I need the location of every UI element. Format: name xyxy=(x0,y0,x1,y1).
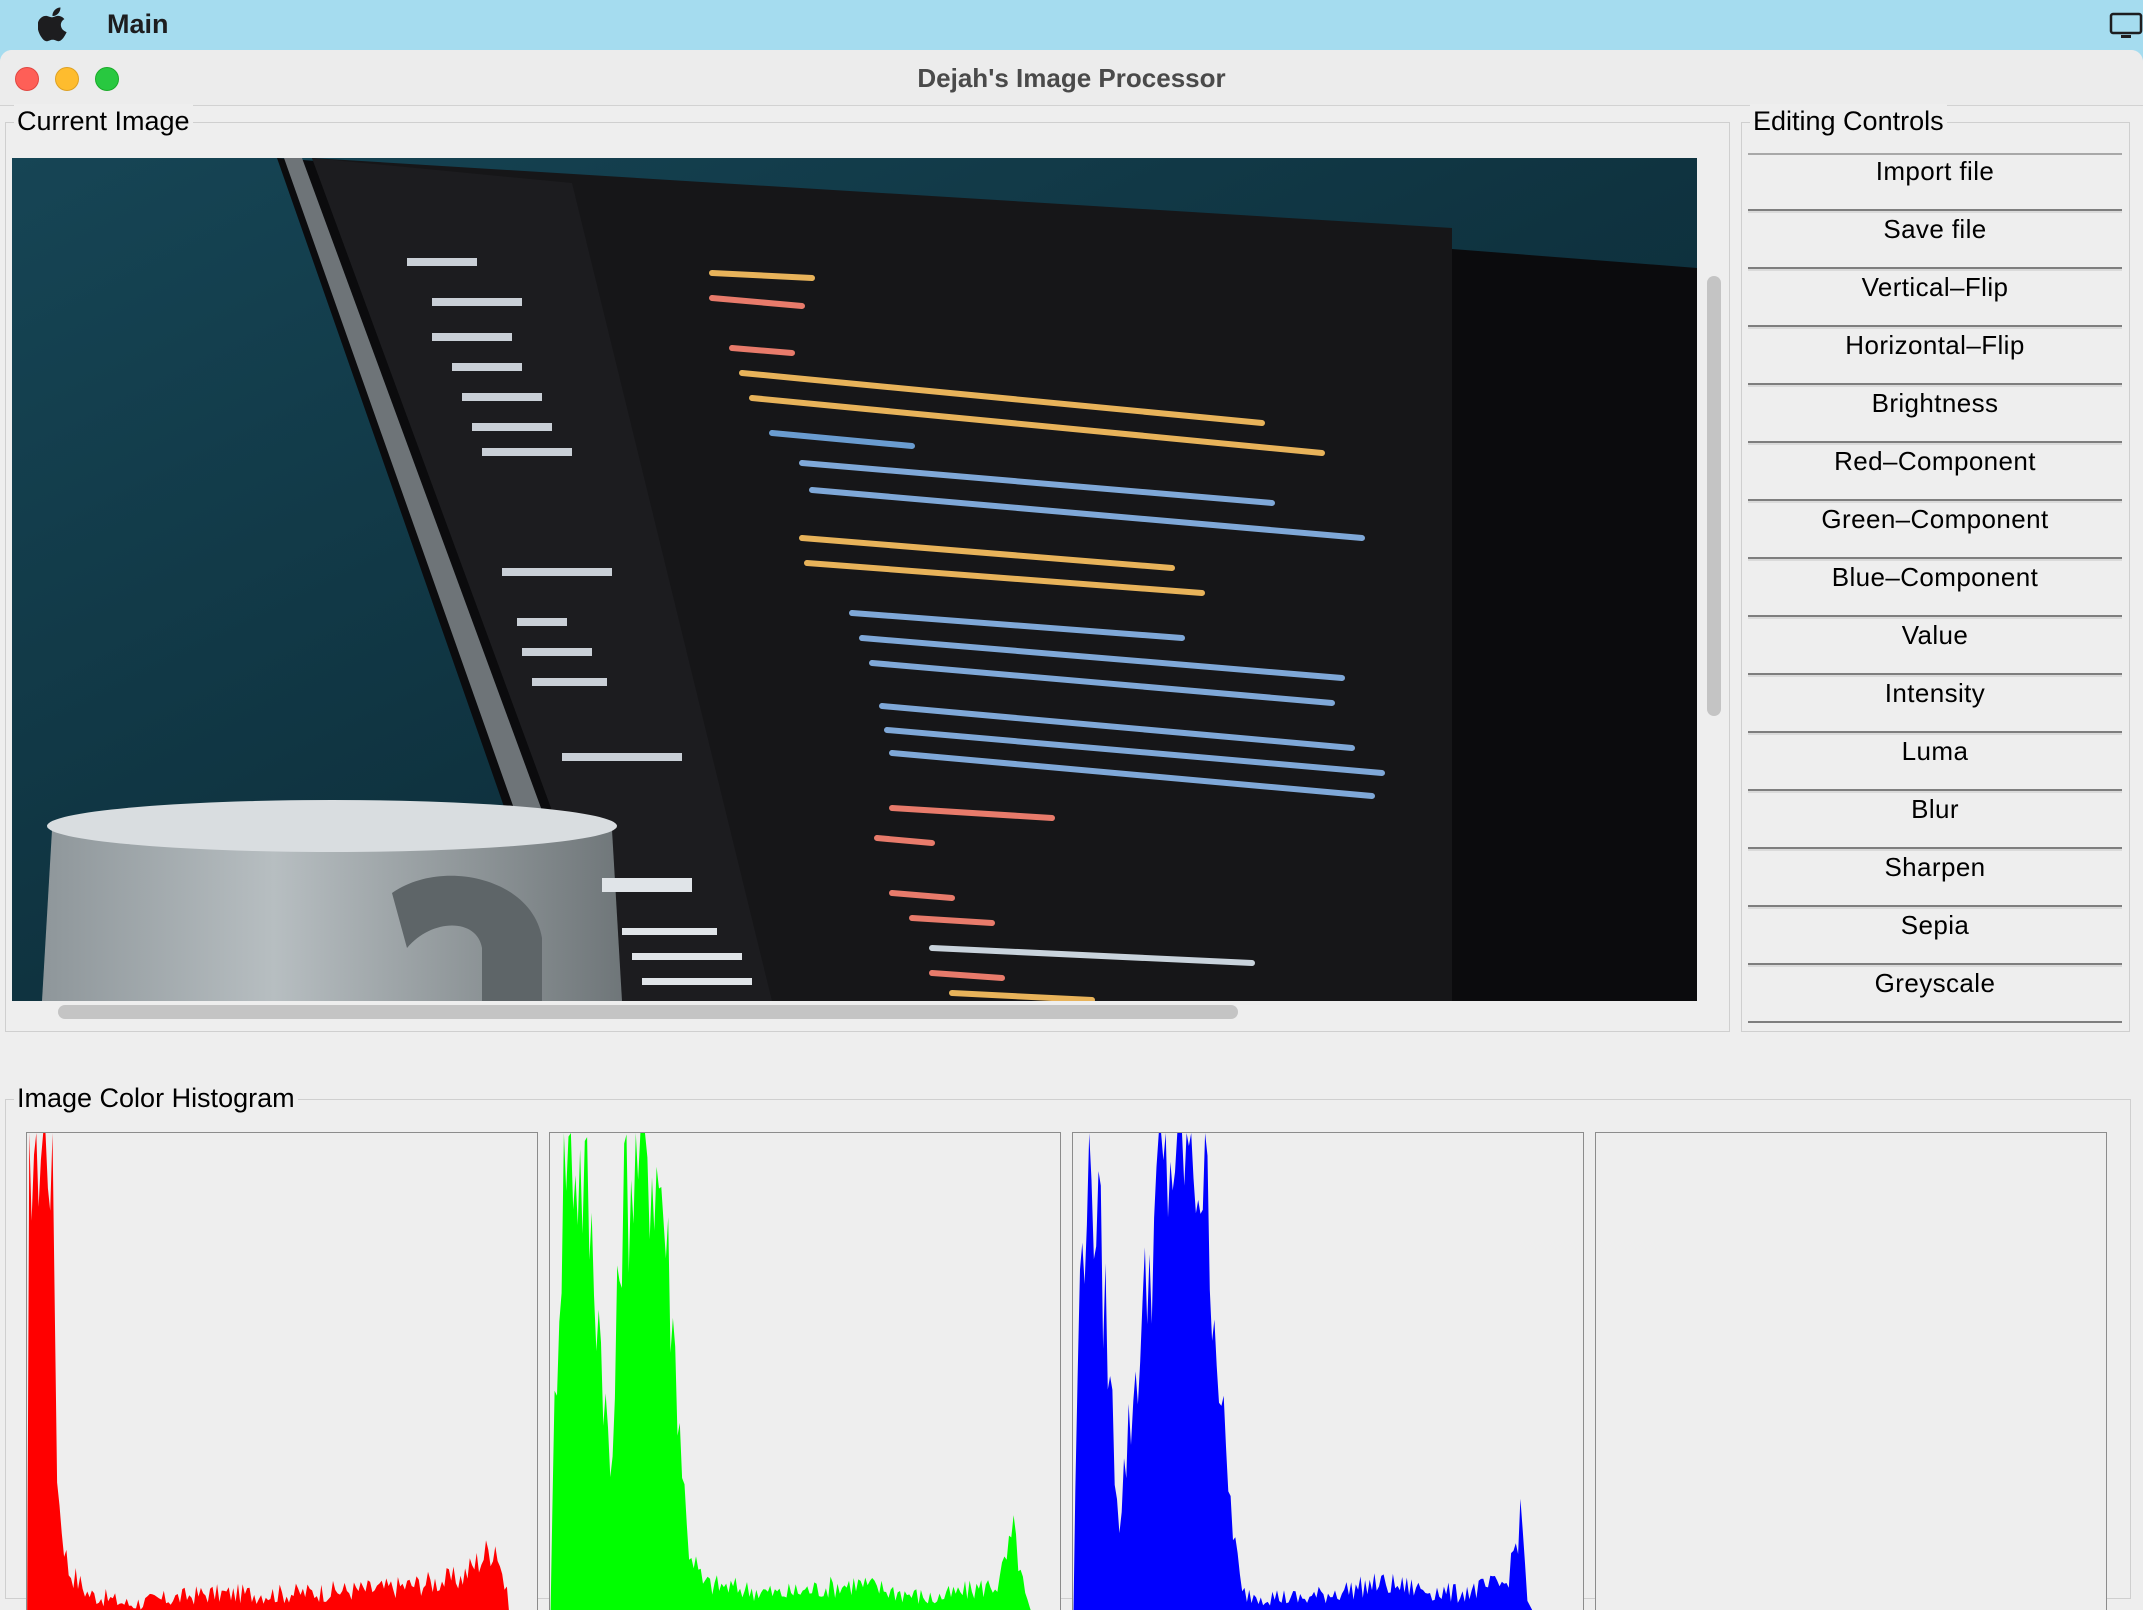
horizontal-scrollbar[interactable] xyxy=(12,1003,1697,1021)
button-label: Value xyxy=(1901,620,1969,650)
button-label: Import file xyxy=(1875,156,1995,186)
button-label: Sharpen xyxy=(1884,852,1986,882)
red-histogram-area xyxy=(27,1133,509,1610)
window-titlebar: Dejah's Image Processor xyxy=(0,50,2143,106)
current-image-title: Current Image xyxy=(14,104,193,138)
button-label: Red–Component xyxy=(1834,446,2036,476)
display-icon[interactable] xyxy=(2109,12,2143,40)
menu-bar: Main xyxy=(0,0,2143,47)
green-histogram-plot xyxy=(550,1133,1031,1610)
luma-button[interactable]: Luma xyxy=(1748,733,2122,791)
intensity-histogram xyxy=(1595,1132,2107,1610)
vertical-flip-button[interactable]: Vertical–Flip xyxy=(1748,269,2122,327)
red-component-button[interactable]: Red–Component xyxy=(1748,443,2122,501)
current-image-panel: Current Image xyxy=(5,104,1730,1032)
histogram-title: Image Color Histogram xyxy=(14,1081,298,1115)
brightness-button[interactable]: Brightness xyxy=(1748,385,2122,443)
button-label: Luma xyxy=(1901,736,1969,766)
button-label: Intensity xyxy=(1884,678,1986,708)
blur-button[interactable]: Blur xyxy=(1748,791,2122,849)
button-label: Greyscale xyxy=(1874,968,1996,998)
red-histogram-plot xyxy=(27,1133,509,1610)
blue-histogram-area xyxy=(1073,1133,1533,1610)
button-label: Blur xyxy=(1911,794,1959,824)
apple-icon[interactable] xyxy=(38,6,70,42)
button-label: Horizontal–Flip xyxy=(1845,330,2025,360)
sharpen-button[interactable]: Sharpen xyxy=(1748,849,2122,907)
sepia-button[interactable]: Sepia xyxy=(1748,907,2122,965)
control-button-list: Import file Save file Vertical–Flip Hori… xyxy=(1748,153,2122,1023)
value-button[interactable]: Value xyxy=(1748,617,2122,675)
button-label: Brightness xyxy=(1871,388,1999,418)
import-file-button[interactable]: Import file xyxy=(1748,153,2122,211)
loaded-image xyxy=(12,158,1697,1001)
button-label: Vertical–Flip xyxy=(1861,272,2009,302)
window-title: Dejah's Image Processor xyxy=(917,63,1226,93)
intensity-histogram-plot xyxy=(1596,1133,2106,1610)
vertical-scrollbar-thumb[interactable] xyxy=(1707,276,1721,716)
app-window: Dejah's Image Processor Current Image Ed… xyxy=(0,50,2143,1610)
window-content: Current Image Editing Controls Import fi… xyxy=(0,104,2143,1610)
vertical-scrollbar[interactable] xyxy=(1706,171,1722,1009)
green-histogram xyxy=(549,1132,1061,1610)
app-menu[interactable]: Main xyxy=(107,6,169,42)
image-viewport[interactable] xyxy=(12,158,1697,1001)
histogram-panel: Image Color Histogram xyxy=(5,1081,2131,1610)
green-component-button[interactable]: Green–Component xyxy=(1748,501,2122,559)
editing-controls-panel: Editing Controls Import file Save file V… xyxy=(1741,104,2130,1032)
button-label: Green–Component xyxy=(1821,504,2049,534)
horizontal-scrollbar-thumb[interactable] xyxy=(58,1005,1238,1019)
button-label: Sepia xyxy=(1900,910,1970,940)
horizontal-flip-button[interactable]: Horizontal–Flip xyxy=(1748,327,2122,385)
save-file-button[interactable]: Save file xyxy=(1748,211,2122,269)
blue-component-button[interactable]: Blue–Component xyxy=(1748,559,2122,617)
green-histogram-area xyxy=(550,1133,1031,1610)
red-histogram xyxy=(26,1132,538,1610)
button-label: Blue–Component xyxy=(1831,562,2039,592)
intensity-button[interactable]: Intensity xyxy=(1748,675,2122,733)
blue-histogram xyxy=(1072,1132,1584,1610)
editing-controls-title: Editing Controls xyxy=(1750,104,1947,138)
blue-histogram-plot xyxy=(1073,1133,1533,1610)
greyscale-button[interactable]: Greyscale xyxy=(1748,965,2122,1023)
button-label: Save file xyxy=(1883,214,1987,244)
